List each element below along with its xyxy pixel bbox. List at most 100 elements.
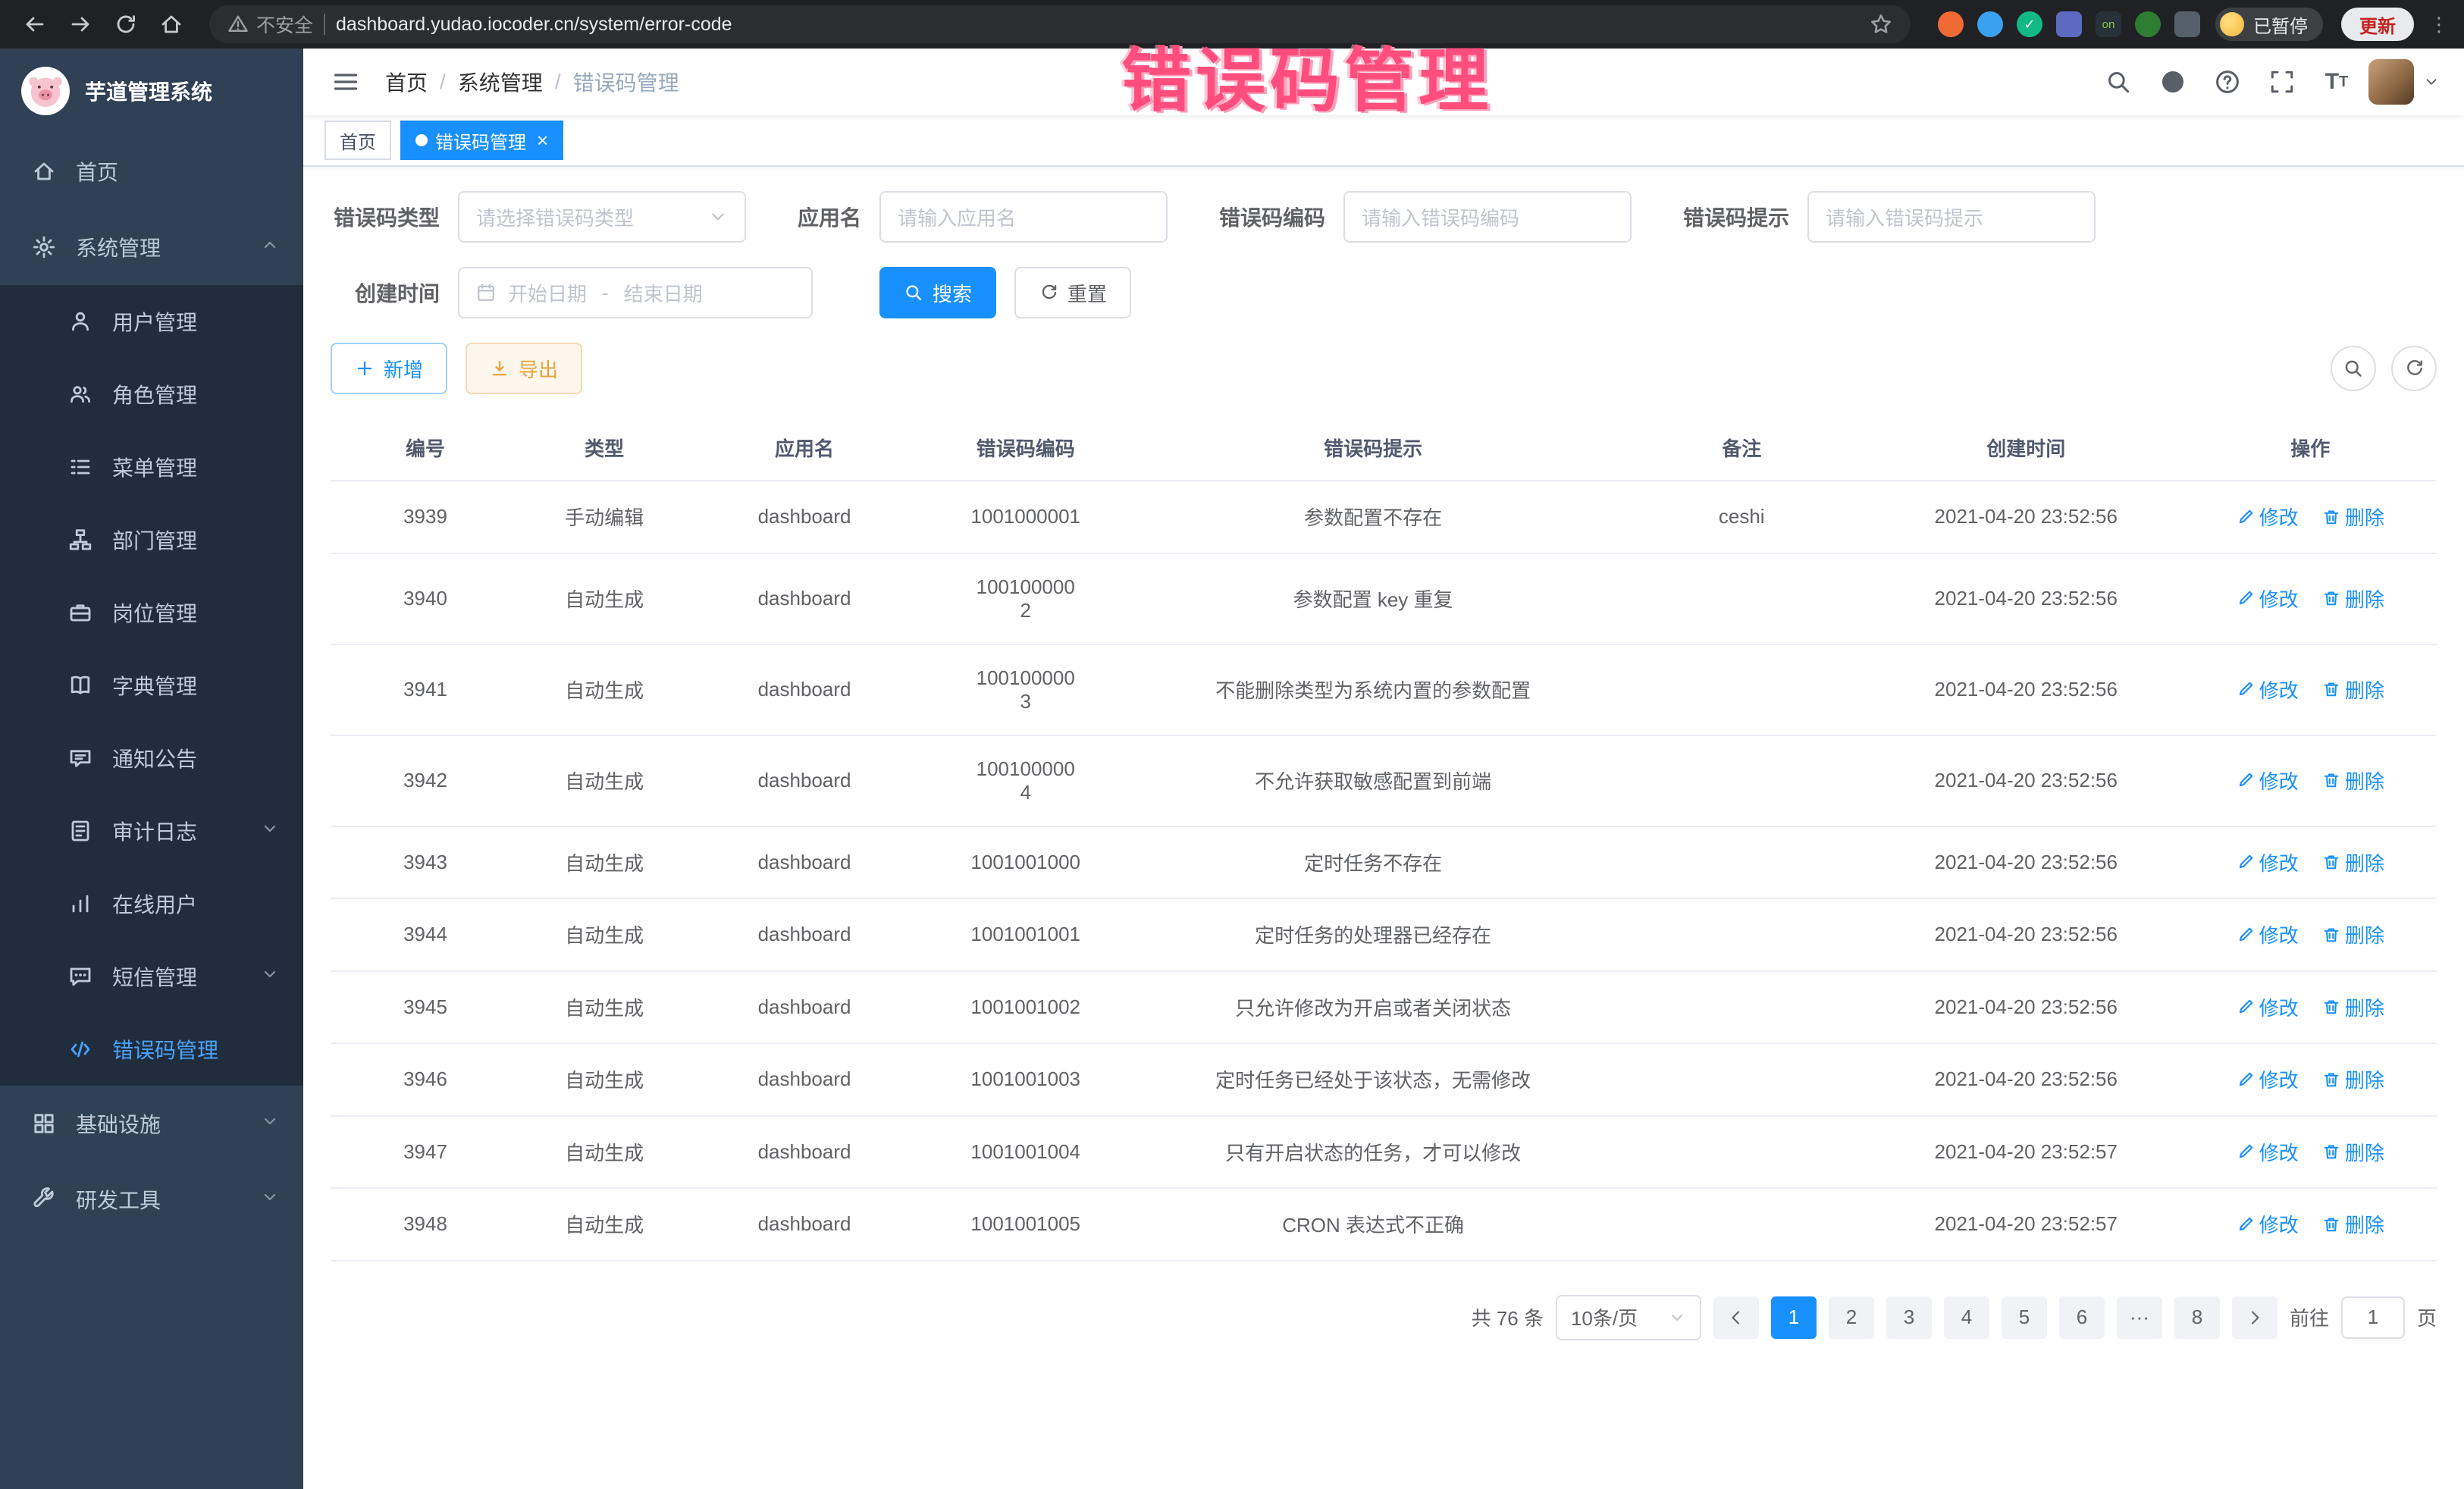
sidebar-item-audit-log[interactable]: 审计日志 xyxy=(0,795,303,867)
error-code-input[interactable]: 请输入错误码编码 xyxy=(1343,191,1632,243)
app-logo[interactable]: 芋道管理系统 xyxy=(0,49,303,133)
edit-link[interactable]: 修改 xyxy=(2237,920,2299,948)
sidebar: 芋道管理系统 首页 系统管理 用户管理 xyxy=(0,49,303,1489)
sidebar-item-infrastructure[interactable]: 基础设施 xyxy=(0,1086,303,1161)
page-button-8[interactable]: 8 xyxy=(2174,1296,2220,1339)
export-button[interactable]: 导出 xyxy=(466,343,582,394)
search-icon[interactable] xyxy=(2096,59,2141,105)
puzzle-extension-icon[interactable] xyxy=(2174,11,2200,37)
browser-menu-icon[interactable]: ⋮ xyxy=(2429,13,2449,36)
cell-hint: 只允许修改为开启或者关闭状态 xyxy=(1131,971,1616,1044)
delete-link[interactable]: 删除 xyxy=(2322,676,2384,704)
filter-app: 应用名 请输入应用名 xyxy=(798,191,1168,243)
extension-icon-6[interactable] xyxy=(2135,11,2161,37)
user-avatar[interactable] xyxy=(2368,59,2414,105)
page-button-1[interactable]: 1 xyxy=(1771,1296,1817,1339)
sidebar-item-roles[interactable]: 角色管理 xyxy=(0,358,303,431)
sidebar-item-dictionary[interactable]: 字典管理 xyxy=(0,649,303,722)
goto-page-input[interactable] xyxy=(2341,1296,2405,1339)
page-button-3[interactable]: 3 xyxy=(1886,1296,1932,1339)
cell-hint: 只有开启状态的任务，才可以修改 xyxy=(1131,1116,1616,1189)
delete-link[interactable]: 删除 xyxy=(2322,1210,2384,1238)
reset-button[interactable]: 重置 xyxy=(1014,267,1131,318)
security-indicator[interactable]: 不安全 xyxy=(227,11,313,38)
update-button[interactable]: 更新 xyxy=(2341,8,2414,41)
sidebar-item-announcements[interactable]: 通知公告 xyxy=(0,722,303,795)
fullscreen-icon[interactable] xyxy=(2259,59,2305,105)
sidebar-item-posts[interactable]: 岗位管理 xyxy=(0,576,303,649)
sidebar-item-error-code[interactable]: 错误码管理 xyxy=(0,1013,303,1086)
forward-icon[interactable] xyxy=(61,5,100,44)
sidebar-item-online-users[interactable]: 在线用户 xyxy=(0,867,303,940)
edit-link[interactable]: 修改 xyxy=(2237,1065,2299,1093)
close-icon[interactable]: × xyxy=(537,130,548,150)
font-size-icon[interactable]: TT xyxy=(2314,59,2359,105)
page-button-6[interactable]: 6 xyxy=(2059,1296,2105,1339)
extension-icon-4[interactable] xyxy=(2056,11,2082,37)
error-type-select[interactable]: 请选择错误码类型 xyxy=(458,191,746,243)
edit-link[interactable]: 修改 xyxy=(2237,585,2299,613)
sms-icon xyxy=(67,964,94,989)
breadcrumb-home[interactable]: 首页 xyxy=(385,67,428,97)
tag-home[interactable]: 首页 xyxy=(324,121,391,160)
edit-link[interactable]: 修改 xyxy=(2237,1210,2299,1238)
edit-link[interactable]: 修改 xyxy=(2237,848,2299,876)
extension-icon-1[interactable] xyxy=(1938,11,1964,37)
back-icon[interactable] xyxy=(15,5,55,44)
prev-page-button[interactable] xyxy=(1713,1296,1759,1339)
cell-code: 1001000003 xyxy=(920,644,1131,735)
sidebar-item-dev-tools[interactable]: 研发工具 xyxy=(0,1161,303,1237)
date-range-picker[interactable]: 开始日期 - 结束日期 xyxy=(458,267,813,318)
delete-link[interactable]: 删除 xyxy=(2322,993,2384,1021)
bookmark-star-icon[interactable] xyxy=(1870,13,1892,36)
app-name-input[interactable]: 请输入应用名 xyxy=(879,191,1168,243)
error-hint-input[interactable]: 请输入错误码提示 xyxy=(1807,191,2096,243)
edit-link[interactable]: 修改 xyxy=(2237,676,2299,704)
page-ellipsis[interactable]: ··· xyxy=(2117,1296,2162,1339)
refresh-icon[interactable] xyxy=(2391,346,2437,391)
app-title: 芋道管理系统 xyxy=(85,76,212,106)
extension-icon-3[interactable]: ✓ xyxy=(2017,11,2042,37)
main-panel: 首页 / 系统管理 / 错误码管理 TT 首页 xyxy=(303,49,2464,1489)
delete-link[interactable]: 删除 xyxy=(2322,585,2384,613)
page-size-select[interactable]: 10条/页 xyxy=(1556,1295,1701,1340)
delete-link[interactable]: 删除 xyxy=(2322,848,2384,876)
help-icon[interactable] xyxy=(2205,59,2250,105)
avatar-caret-icon[interactable] xyxy=(2423,74,2440,90)
search-button[interactable]: 搜索 xyxy=(879,267,996,318)
sidebar-item-home[interactable]: 首页 xyxy=(0,133,303,209)
show-search-icon[interactable] xyxy=(2331,346,2376,391)
edit-link[interactable]: 修改 xyxy=(2237,1138,2299,1166)
edit-link[interactable]: 修改 xyxy=(2237,993,2299,1021)
sidebar-item-sms[interactable]: 短信管理 xyxy=(0,940,303,1013)
tag-error-code[interactable]: 错误码管理 × xyxy=(400,121,563,160)
extension-icon-2[interactable] xyxy=(1977,11,2003,37)
omnibox[interactable]: 不安全 dashboard.yudao.iocoder.cn/system/er… xyxy=(209,5,1911,43)
breadcrumb-system[interactable]: 系统管理 xyxy=(458,67,543,97)
delete-link[interactable]: 删除 xyxy=(2322,503,2384,531)
next-page-button[interactable] xyxy=(2232,1296,2277,1339)
sidebar-item-system[interactable]: 系统管理 xyxy=(0,209,303,285)
paused-badge[interactable]: 已暂停 xyxy=(2215,8,2323,41)
reload-icon[interactable] xyxy=(106,5,146,44)
table-tools xyxy=(2331,346,2437,391)
delete-link[interactable]: 删除 xyxy=(2322,766,2384,795)
github-icon[interactable] xyxy=(2150,59,2196,105)
delete-link[interactable]: 删除 xyxy=(2322,920,2384,948)
home-icon xyxy=(30,159,58,183)
edit-link[interactable]: 修改 xyxy=(2237,766,2299,795)
home-icon[interactable] xyxy=(152,5,191,44)
hamburger-icon[interactable] xyxy=(328,64,364,100)
add-button[interactable]: 新增 xyxy=(331,343,447,394)
extension-icon-5[interactable]: on xyxy=(2096,11,2121,37)
page-button-5[interactable]: 5 xyxy=(2002,1296,2047,1339)
sidebar-item-users[interactable]: 用户管理 xyxy=(0,285,303,358)
page-button-4[interactable]: 4 xyxy=(1944,1296,1989,1339)
url-text[interactable]: dashboard.yudao.iocoder.cn/system/error-… xyxy=(336,14,732,36)
delete-link[interactable]: 删除 xyxy=(2322,1138,2384,1166)
delete-link[interactable]: 删除 xyxy=(2322,1065,2384,1093)
edit-link[interactable]: 修改 xyxy=(2237,503,2299,531)
page-button-2[interactable]: 2 xyxy=(1829,1296,1874,1339)
sidebar-item-menus[interactable]: 菜单管理 xyxy=(0,431,303,503)
sidebar-item-departments[interactable]: 部门管理 xyxy=(0,503,303,576)
